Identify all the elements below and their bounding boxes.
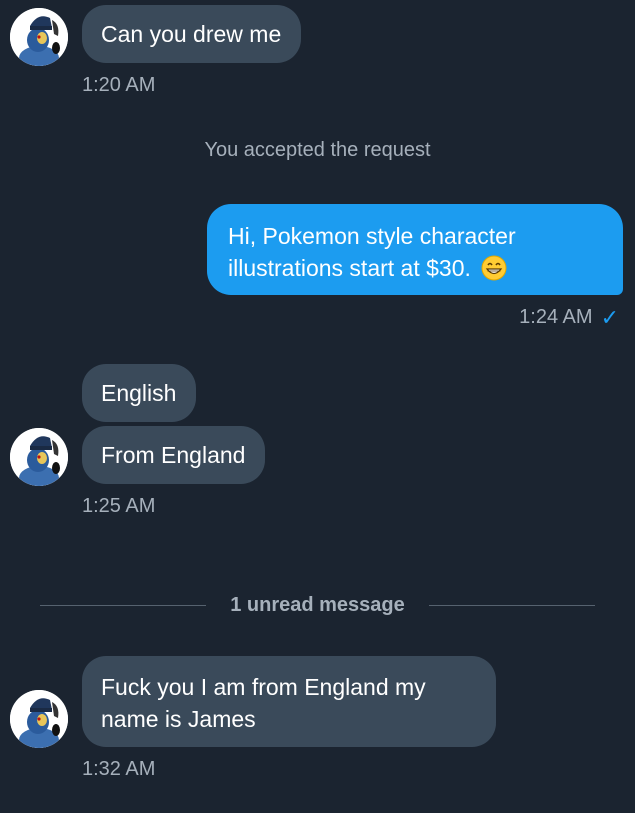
lucario-avatar-icon <box>10 428 68 486</box>
message-bubble[interactable]: Fuck you I am from England my name is Ja… <box>82 656 496 747</box>
unread-divider: 1 unread message <box>40 593 595 617</box>
lucario-avatar-icon <box>10 690 68 748</box>
unread-label: 1 unread message <box>230 593 405 616</box>
message-timestamp: 1:32 AM <box>82 758 156 780</box>
message-text-line: illustrations start at $30. <box>228 255 471 281</box>
avatar[interactable] <box>10 428 68 486</box>
divider-line <box>428 604 595 606</box>
message-text-line: name is James <box>101 706 256 732</box>
message-bubble[interactable]: Can you drew me <box>82 5 302 63</box>
grinning-face-emoji <box>481 255 507 281</box>
message-bubble[interactable]: From England <box>82 426 266 484</box>
message-text: Can you drew me <box>101 21 282 47</box>
message-text-line: Fuck you I am from England my <box>101 674 426 700</box>
message-bubble-outgoing[interactable]: Hi, Pokemon style character illustration… <box>207 204 623 295</box>
message-timestamp: 1:20 AM <box>82 74 156 96</box>
message-text-line: Hi, Pokemon style character <box>228 223 516 249</box>
message-bubble[interactable]: English <box>82 364 197 422</box>
divider-line <box>40 604 207 606</box>
system-message: You accepted the request <box>204 139 431 161</box>
message-timestamp: 1:25 AM <box>82 495 156 517</box>
lucario-avatar-icon <box>10 8 68 66</box>
message-status: 1:24 AM ✓ <box>519 306 619 329</box>
message-timestamp: 1:24 AM <box>519 306 593 328</box>
message-text: From England <box>101 442 246 468</box>
avatar[interactable] <box>10 8 68 66</box>
checkmark-icon: ✓ <box>600 304 619 330</box>
message-text: English <box>101 380 177 406</box>
avatar[interactable] <box>10 690 68 748</box>
